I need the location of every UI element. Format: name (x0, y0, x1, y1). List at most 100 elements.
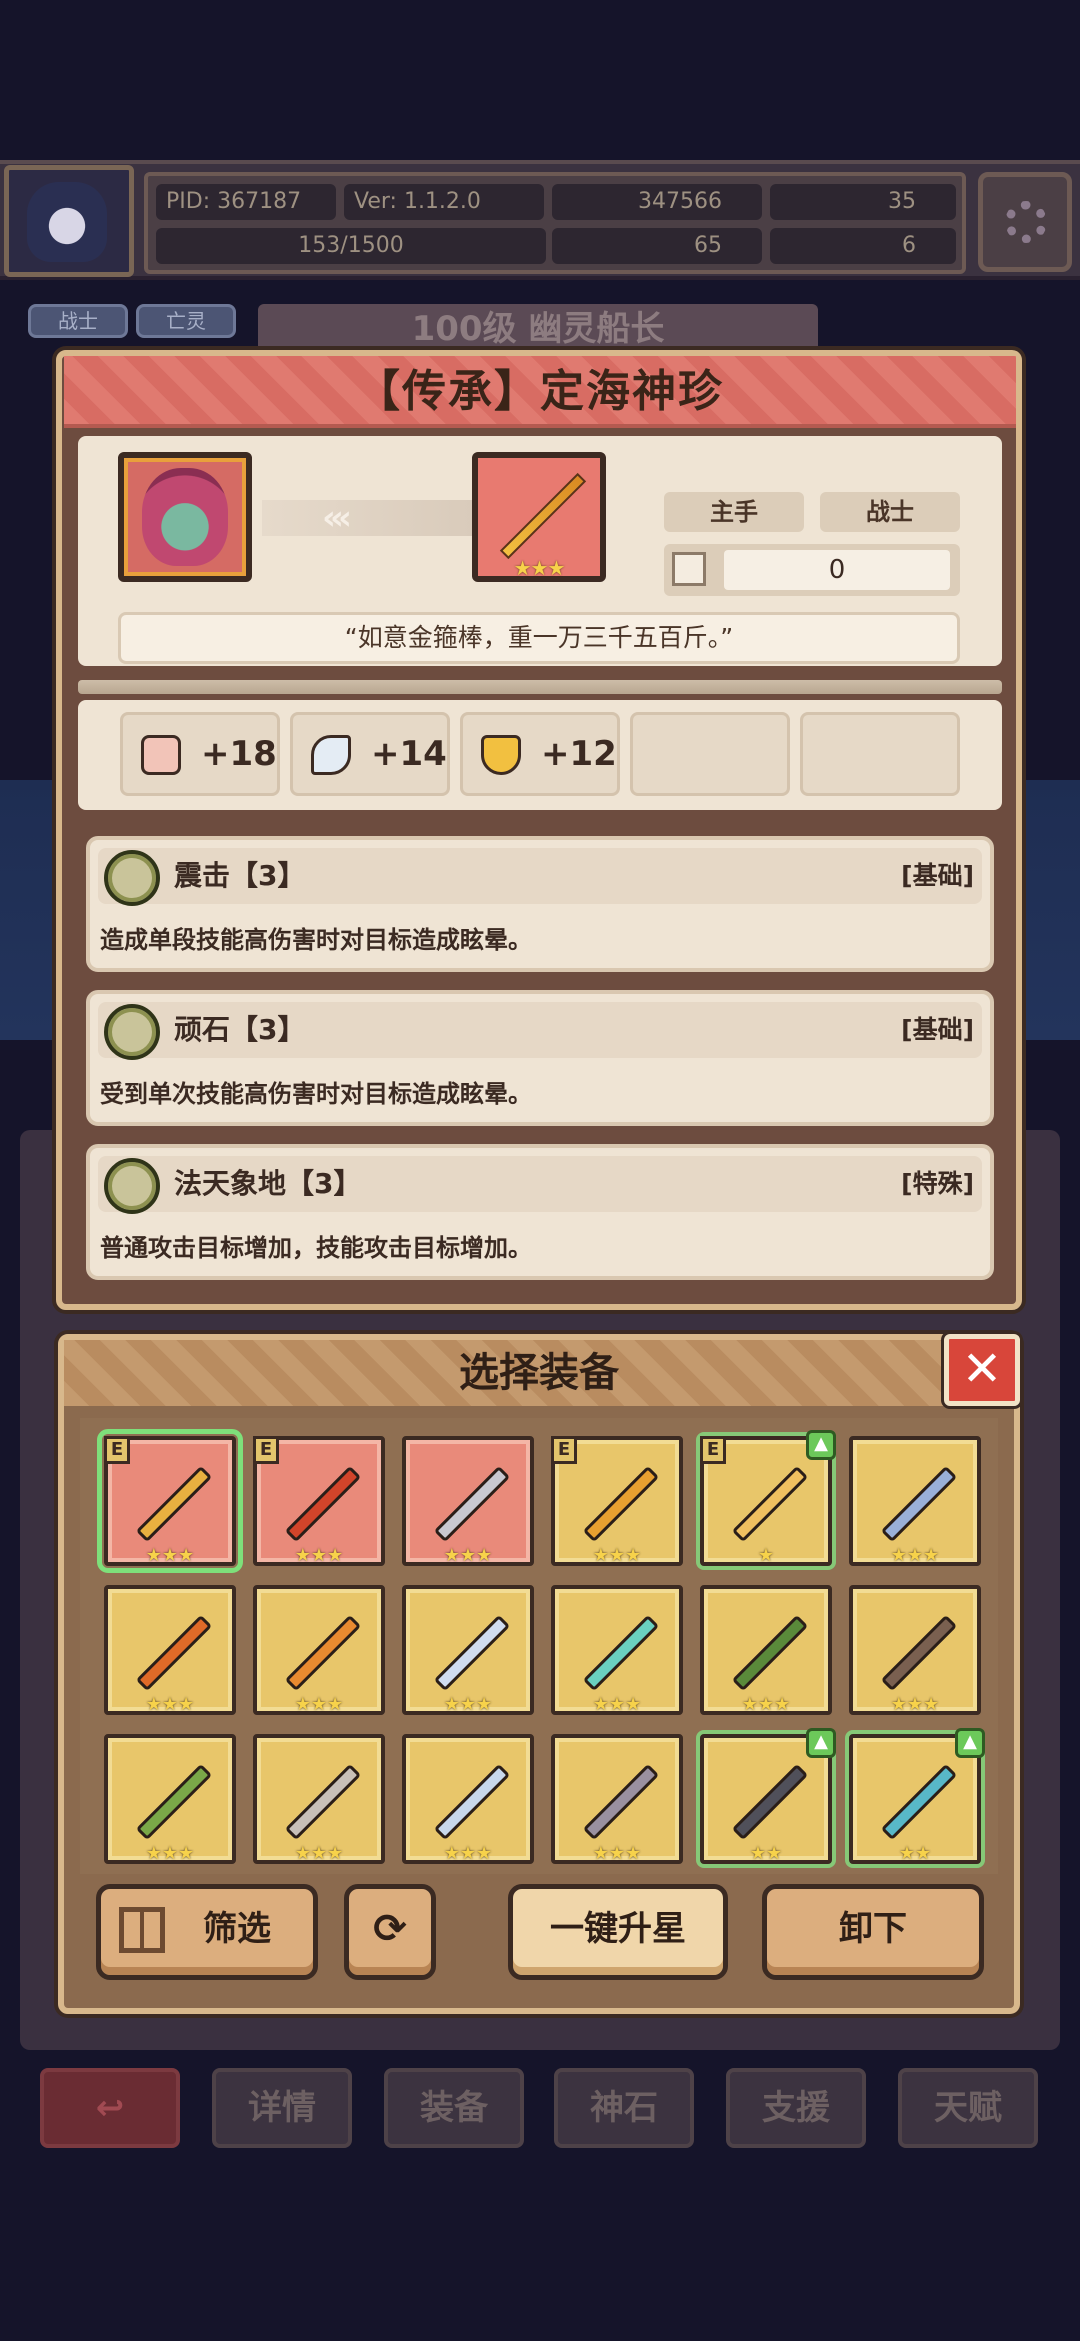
slot-stars: ★★★ (145, 1545, 195, 1566)
tab-support[interactable]: 支援 (726, 2068, 866, 2148)
slot-stars: ★★★ (890, 1545, 940, 1566)
stat-strength: +18 (120, 712, 280, 796)
settings-button[interactable] (978, 172, 1072, 272)
stat-defense: +12 (460, 712, 620, 796)
weapon-icon (433, 1763, 511, 1841)
equipment-slot[interactable]: ★★★ (551, 1734, 683, 1864)
slot-stars: ★★★ (145, 1843, 195, 1864)
tab-equipment[interactable]: 装备 (384, 2068, 524, 2148)
class-label: 战士 (820, 492, 960, 532)
equipment-slot[interactable]: ★★★ (253, 1585, 385, 1715)
skill-card: 法天象地【3】 [特殊] 普通攻击目标增加，技能攻击目标增加。 (86, 1144, 994, 1280)
gem-count: 35 (770, 184, 956, 220)
player-info-box: PID: 367187 Ver: 1.1.2.0 347566 35 153/1… (144, 172, 966, 274)
equipment-slot[interactable]: ★★★ (402, 1585, 534, 1715)
avatar-face-icon (27, 182, 107, 262)
shield-icon (481, 735, 521, 775)
weapon-icon (135, 1763, 213, 1841)
equipment-slot[interactable]: E ★★★ (551, 1436, 683, 1566)
equipped-badge: E (104, 1436, 130, 1464)
skill-name: 震击【3】 (174, 859, 306, 892)
slot-stars: ★★★ (145, 1694, 195, 1715)
equipment-slot[interactable]: ★★★ (551, 1585, 683, 1715)
equipment-slot[interactable]: ★★★ (402, 1436, 534, 1566)
skill-plus-icon (104, 850, 160, 906)
slot-stars: ★★ (749, 1843, 783, 1864)
equipment-slot[interactable]: ★★★ (849, 1585, 981, 1715)
slot-stars: ★★★ (443, 1694, 493, 1715)
tab-details[interactable]: 详情 (212, 2068, 352, 2148)
weapon-icon (582, 1614, 660, 1692)
equipment-slot[interactable]: ▲ ★★ (700, 1728, 836, 1864)
hero-portrait[interactable] (118, 452, 252, 582)
bottom-tab-bar: ↩ 详情 装备 神石 支援 天赋 (0, 2060, 1080, 2160)
tab-talent[interactable]: 天赋 (898, 2068, 1038, 2148)
slot-stars: ★★★ (294, 1694, 344, 1715)
skill-desc: 造成单段技能高伤害时对目标造成眩晕。 (100, 926, 532, 954)
filter-button[interactable]: 筛选 (96, 1884, 318, 1980)
weapon-icon (433, 1614, 511, 1692)
upgrade-all-button[interactable]: 一键升星 (508, 1884, 728, 1980)
grid-box-icon (672, 552, 706, 586)
hero-banner: 100级 幽灵船长 (258, 304, 818, 354)
stat-strength-value: +18 (201, 734, 277, 774)
weapon-icon (731, 1763, 809, 1841)
slot-stars: ★★★ (294, 1843, 344, 1864)
equipment-slot[interactable]: ★★★ (104, 1585, 236, 1715)
player-avatar[interactable] (4, 165, 134, 277)
item-field-value: 0 (724, 550, 950, 590)
stat-agility: +14 (290, 712, 450, 796)
skill-type: [基础] (901, 861, 974, 890)
refresh-button[interactable]: ⟳ (344, 1884, 436, 1980)
weapon-icon (284, 1763, 362, 1841)
close-button[interactable]: ✕ (944, 1334, 1020, 1406)
skill-type: [特殊] (901, 1169, 974, 1198)
stat-agility-value: +14 (371, 734, 447, 774)
weapon-icon (135, 1614, 213, 1692)
slot-label: 主手 (664, 492, 804, 532)
weapon-icon (880, 1763, 958, 1841)
slot-stars: ★★★ (592, 1694, 642, 1715)
item-title: 【传承】定海神珍 (356, 366, 724, 417)
equipment-slot[interactable]: ▲ ★★ (849, 1728, 985, 1864)
weapon-icon (284, 1614, 362, 1692)
weapon-icon (582, 1465, 660, 1543)
gold-count: 347566 (552, 184, 762, 220)
equipment-slot[interactable]: ★★★ (700, 1585, 832, 1715)
unequip-button[interactable]: 卸下 (762, 1884, 984, 1980)
equipment-slot[interactable]: ★★★ (104, 1734, 236, 1864)
skill-name: 法天象地【3】 (174, 1167, 362, 1200)
weapon-icon (582, 1763, 660, 1841)
equipment-slot[interactable]: ★★★ (402, 1734, 534, 1864)
grid-icon (119, 1907, 165, 1953)
weapon-icon (731, 1614, 809, 1692)
clover-count: 65 (552, 228, 762, 264)
equipment-slot[interactable]: ★★★ (849, 1436, 981, 1566)
equipment-slot[interactable]: E ▲ ★ (700, 1430, 836, 1566)
feather-icon (311, 735, 351, 775)
weapon-icon (284, 1465, 362, 1543)
refresh-icon: ⟳ (373, 1906, 407, 1952)
slot-stars: ★ (757, 1545, 775, 1566)
skill-type: [基础] (901, 1015, 974, 1044)
equipment-slot[interactable]: ★★★ (253, 1734, 385, 1864)
upgrade-arrow-icon: ▲ (806, 1728, 836, 1758)
item-field: 0 (664, 544, 960, 596)
weapon-icon (731, 1465, 809, 1543)
equipment-slot[interactable]: E ★★★ (253, 1436, 385, 1566)
equipment-slot[interactable]: E ★★★ (97, 1429, 243, 1573)
hero-tag-class: 战士 (28, 304, 128, 338)
skill-plus-icon (104, 1004, 160, 1060)
skill-card: 震击【3】 [基础] 造成单段技能高伤害时对目标造成眩晕。 (86, 836, 994, 972)
weapon-icon (433, 1465, 511, 1543)
tab-godstone[interactable]: 神石 (554, 2068, 694, 2148)
item-icon[interactable]: ★★★ (472, 452, 606, 582)
version-label: Ver: 1.1.2.0 (344, 184, 544, 220)
hero-face-icon (142, 468, 228, 566)
weapon-icon (880, 1614, 958, 1692)
stat-defense-value: +12 (541, 734, 617, 774)
back-button[interactable]: ↩ (40, 2068, 180, 2148)
item-quote: “如意金箍棒，重一万三千五百斤。” (118, 612, 960, 664)
slot-stars: ★★★ (443, 1843, 493, 1864)
stat-empty-slot (630, 712, 790, 796)
